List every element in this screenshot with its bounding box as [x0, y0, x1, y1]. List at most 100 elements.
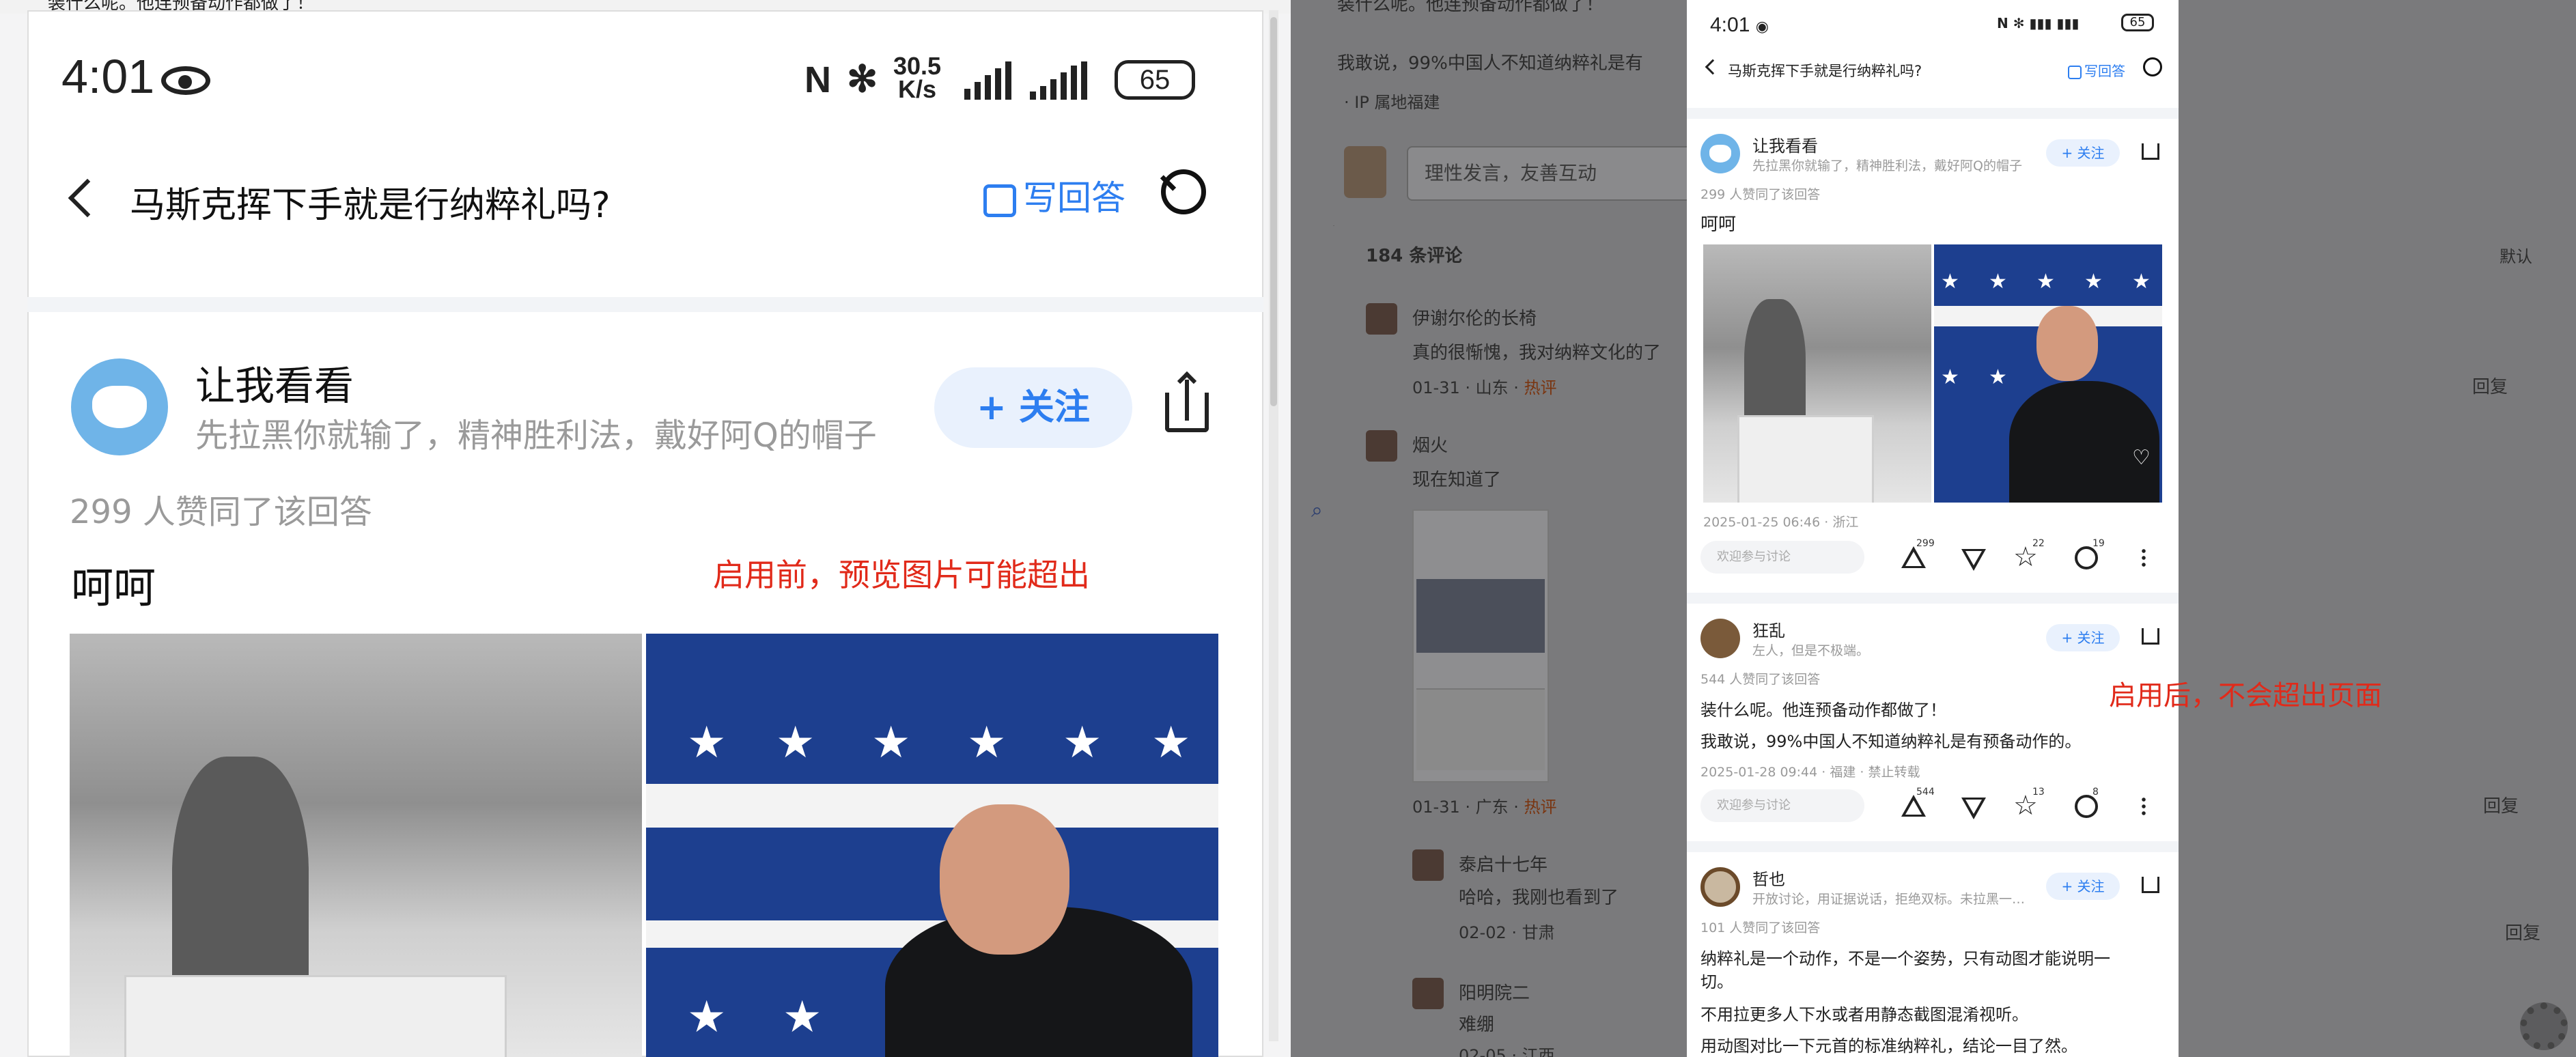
discuss-input[interactable]: 欢迎参与讨论 [1700, 789, 1864, 822]
comment-meta: 01-31 · 广东 · 热评 [1412, 798, 1557, 817]
author-bio: 先拉黑你就输了，精神胜利法，戴好阿Q的帽子 [1752, 158, 2022, 173]
more-icon[interactable] [2142, 796, 2146, 817]
comment-count: 8 [2092, 787, 2099, 798]
status-icons: N ✻ ▮▮▮ ▮▮▮ [1997, 15, 2080, 31]
heart-icon[interactable]: ♡ [2132, 448, 2151, 468]
author-name[interactable]: 哲也 [1752, 866, 1785, 890]
image-musk[interactable]: ★ ★ ★ ★ ★ ★ ★ ♡ [1934, 244, 2162, 503]
back-icon[interactable] [68, 178, 107, 218]
comment-text: 现在知道了 [1412, 470, 1502, 490]
comment-text: 难绷 [1459, 1015, 1495, 1035]
answer-meta: 2025-01-28 09:44 · 福建 · 禁止转载 [1700, 765, 1920, 780]
note-after: 启用后，不会超出页面 [2109, 680, 2382, 711]
comment-text: 真的很惭愧，我对纳粹文化的了 [1412, 343, 1662, 363]
net-speed: 30.5 K/s [893, 52, 942, 103]
follow-button[interactable]: + 关注 [2046, 139, 2120, 167]
comment-icon[interactable] [2075, 546, 2098, 569]
comment-meta: 01-31 · 山东 · 热评 [1412, 378, 1557, 397]
downvote-icon[interactable] [1961, 549, 1986, 571]
question-nav: 马斯克挥下手就是行纳粹礼吗? 写回答 [61, 164, 1222, 239]
upvote-count: 299 [1916, 538, 1935, 549]
follow-button[interactable]: + 关注 [2046, 624, 2120, 651]
bluetooth-icon: ✻ [847, 59, 878, 100]
comment-avatar [1412, 978, 1444, 1009]
comment-input[interactable]: 理性发言，友善互动 [1407, 146, 1694, 201]
author-bio: 开放讨论，用证据说话，拒绝双标。未拉黑一… [1752, 892, 2026, 907]
avatar[interactable] [71, 358, 168, 455]
avatar[interactable] [1700, 134, 1740, 173]
star-count: 22 [2032, 538, 2045, 549]
search-icon[interactable] [2143, 57, 2162, 76]
signal-icon [964, 61, 1011, 100]
eye-icon [161, 66, 211, 95]
bg-right-top: 装什么呢。他连预备动作都做了！ [1337, 0, 1604, 15]
status-time: 4:01 [61, 49, 211, 104]
write-answer-button[interactable]: 写回答 [983, 171, 1125, 220]
upvote-count: 544 [1916, 787, 1935, 798]
divider [27, 297, 1263, 312]
divider [1687, 593, 2179, 604]
answer-text: 切。 [1700, 972, 1733, 991]
nfc-icon: N [804, 59, 831, 100]
gear-icon[interactable] [2520, 1002, 2568, 1050]
edit-icon [983, 184, 1016, 217]
answer-meta: 2025-01-25 06:46 · 浙江 [1703, 515, 1859, 530]
upvote-icon[interactable] [1901, 795, 1926, 817]
comment-name: 泰启十七年 [1459, 855, 1548, 875]
comment-avatar [1366, 303, 1397, 335]
scrollbar[interactable] [1269, 10, 1278, 1041]
follow-button[interactable]: + 关注 [934, 367, 1132, 448]
star-count: 13 [2032, 787, 2045, 798]
write-answer-button[interactable]: 写回答 [2068, 60, 2125, 80]
answer-text: 我敢说，99%中国人不知道纳粹礼是有预备动作的。 [1700, 732, 2082, 751]
note-before: 启用前，预览图片可能超出 [713, 556, 1090, 593]
search-icon[interactable] [1161, 169, 1206, 214]
like-count: 299 人赞同了该回答 [70, 493, 372, 531]
answer-text: 呵呵 [71, 563, 156, 612]
search-icon-bg: ⌕ [1311, 498, 1323, 522]
image-bw-speech[interactable] [70, 634, 642, 1057]
back-icon[interactable] [1705, 59, 1721, 75]
divider [1687, 108, 2179, 119]
share-icon[interactable] [2142, 143, 2159, 160]
answer-text: 装什么呢。他连预备动作都做了！ [1700, 701, 1946, 720]
share-icon[interactable] [2142, 877, 2159, 893]
comment-count: 19 [2092, 538, 2105, 549]
share-stem-icon [1185, 380, 1189, 421]
bg-right-line2: 我敢说，99%中国人不知道纳粹礼是有 [1337, 53, 1643, 74]
image-bw-speech[interactable] [1703, 244, 1931, 503]
user-avatar [1344, 146, 1386, 198]
comment-text: 哈哈，我刚也看到了 [1459, 888, 1619, 908]
sort-default[interactable]: 默认 [2500, 243, 2532, 267]
reply-button[interactable]: 回复 [2472, 373, 2508, 398]
share-icon[interactable] [2142, 628, 2159, 645]
comment-meta: 02-02 · 甘肃 [1459, 923, 1555, 942]
image-musk[interactable]: ★ ★ ★ ★ ★ ★ ★ ★ [646, 634, 1218, 1057]
discuss-input[interactable]: 欢迎参与讨论 [1700, 541, 1864, 574]
comment-name: 阳明院二 [1459, 983, 1530, 1004]
question-title: 马斯克挥下手就是行纳粹礼吗? [1728, 63, 1922, 79]
comment-count: 184 条评论 [1366, 246, 1463, 266]
author-bio: 左人，但是不极端。 [1752, 643, 1870, 658]
downvote-icon[interactable] [1961, 798, 1986, 819]
author-name[interactable]: 让我看看 [1752, 132, 1818, 156]
follow-button[interactable]: + 关注 [2046, 873, 2120, 900]
more-icon[interactable] [2142, 548, 2146, 568]
ip-location: · IP 属地福建 [1344, 93, 1440, 112]
author-name[interactable]: 让我看看 [195, 354, 354, 411]
like-count: 299 人赞同了该回答 [1700, 187, 1821, 202]
author-name[interactable]: 狂乱 [1752, 617, 1785, 641]
reply-button[interactable]: 回复 [2505, 919, 2540, 944]
author-bio: 先拉黑你就输了，精神胜利法，戴好阿Q的帽子 [195, 417, 877, 455]
avatar[interactable] [1700, 619, 1740, 658]
avatar[interactable] [1700, 867, 1740, 907]
upvote-icon[interactable] [1901, 546, 1926, 568]
like-count: 101 人赞同了该回答 [1700, 920, 1821, 935]
comment-icon[interactable] [2075, 795, 2098, 818]
like-count: 544 人赞同了该回答 [1700, 672, 1821, 687]
comment-image[interactable] [1412, 509, 1549, 783]
reply-button[interactable]: 回复 [2483, 792, 2519, 817]
comment-avatar [1412, 849, 1444, 881]
answer-text: 纳粹礼是一个动作，不是一个姿势，只有动图才能说明一 [1700, 949, 2110, 968]
comment-name: 烟火 [1412, 436, 1448, 456]
